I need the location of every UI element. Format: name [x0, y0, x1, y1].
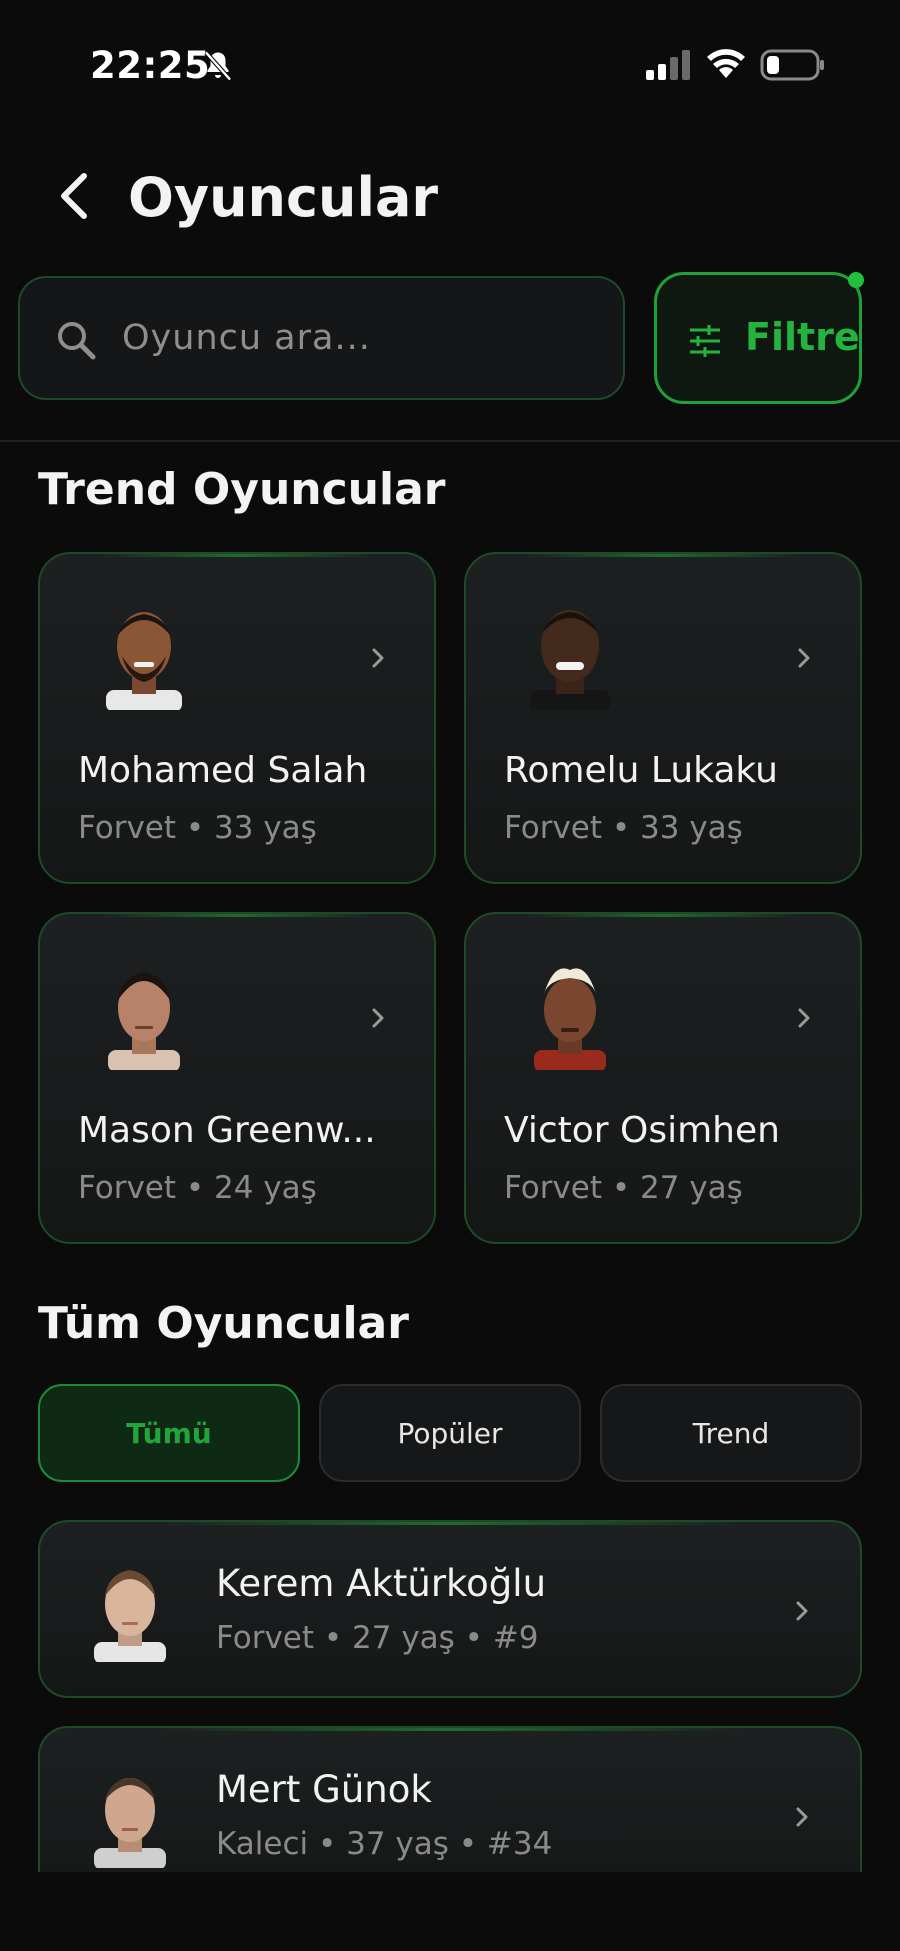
bell-off-icon: [204, 51, 232, 81]
tab-trend[interactable]: Trend: [600, 1384, 862, 1482]
player-position: Forvet: [78, 810, 177, 846]
chevron-right-icon: [798, 1008, 810, 1028]
player-photo: [530, 610, 610, 710]
player-position: Forvet: [216, 1620, 315, 1656]
search-input[interactable]: [122, 308, 592, 368]
player-age: 27 yaş: [640, 1170, 743, 1206]
trending-player-card[interactable]: Mohamed Salah Forvet • 33 yaş: [38, 552, 436, 884]
player-position: Forvet: [504, 810, 603, 846]
player-photo: [108, 972, 180, 1070]
player-age: 37 yaş: [346, 1826, 449, 1862]
filter-label: Filtre: [745, 315, 860, 359]
search-box[interactable]: [18, 276, 625, 400]
player-name: Mert Günok: [216, 1768, 432, 1811]
player-name: Mohamed Salah: [78, 750, 368, 791]
trending-player-card[interactable]: Romelu Lukaku Forvet • 33 yaş: [464, 552, 862, 884]
tab-popular[interactable]: Popüler: [319, 1384, 581, 1482]
player-meta: Forvet • 27 yaş • #9: [216, 1620, 539, 1656]
player-meta: Forvet • 24 yaş: [78, 1170, 317, 1206]
page-title: Oyuncular: [128, 166, 439, 229]
back-chevron-icon[interactable]: [50, 168, 100, 224]
header-divider: [0, 440, 900, 442]
signal-icon: [646, 50, 690, 80]
bottom-bar-area: [0, 1872, 900, 1951]
search-icon: [58, 322, 96, 360]
player-photo: [106, 612, 182, 710]
player-photo: [94, 1570, 166, 1662]
filter-button[interactable]: Filtre: [654, 272, 862, 404]
status-time: 22:25: [90, 44, 211, 87]
chevron-right-icon: [798, 648, 810, 668]
player-age: 33 yaş: [640, 810, 743, 846]
player-age: 27 yaş: [352, 1620, 455, 1656]
trending-player-card[interactable]: Mason Greenw... Forvet • 24 yaş: [38, 912, 436, 1244]
battery-icon: [760, 49, 824, 81]
all-players-section-title: Tüm Oyuncular: [38, 1298, 409, 1349]
player-list-row[interactable]: Kerem Aktürkoğlu Forvet • 27 yaş • #9: [38, 1520, 862, 1698]
player-photo: [94, 1778, 166, 1868]
player-name: Mason Greenw...: [78, 1110, 376, 1151]
status-bar: 22:25: [0, 0, 900, 130]
player-position: Kaleci: [216, 1826, 309, 1862]
chevron-right-icon: [796, 1601, 808, 1621]
trending-player-card[interactable]: Victor Osimhen Forvet • 27 yaş: [464, 912, 862, 1244]
filter-active-dot: [848, 272, 864, 288]
trending-section-title: Trend Oyuncular: [38, 464, 446, 515]
player-name: Victor Osimhen: [504, 1110, 780, 1151]
player-meta: Kaleci • 37 yaş • #34: [216, 1826, 553, 1862]
sliders-icon: [690, 325, 720, 357]
wifi-icon: [707, 49, 745, 78]
chevron-right-icon: [372, 648, 384, 668]
player-age: 24 yaş: [214, 1170, 317, 1206]
player-age: 33 yaş: [214, 810, 317, 846]
player-number: #9: [492, 1620, 539, 1656]
player-name: Romelu Lukaku: [504, 750, 778, 791]
chevron-right-icon: [796, 1807, 808, 1827]
player-number: #34: [486, 1826, 553, 1862]
player-meta: Forvet • 33 yaş: [504, 810, 743, 846]
player-meta: Forvet • 33 yaş: [78, 810, 317, 846]
chevron-right-icon: [372, 1008, 384, 1028]
player-meta: Forvet • 27 yaş: [504, 1170, 743, 1206]
tab-all[interactable]: Tümü: [38, 1384, 300, 1482]
player-position: Forvet: [504, 1170, 603, 1206]
player-photo: [534, 968, 606, 1070]
player-position: Forvet: [78, 1170, 177, 1206]
player-name: Kerem Aktürkoğlu: [216, 1562, 547, 1605]
